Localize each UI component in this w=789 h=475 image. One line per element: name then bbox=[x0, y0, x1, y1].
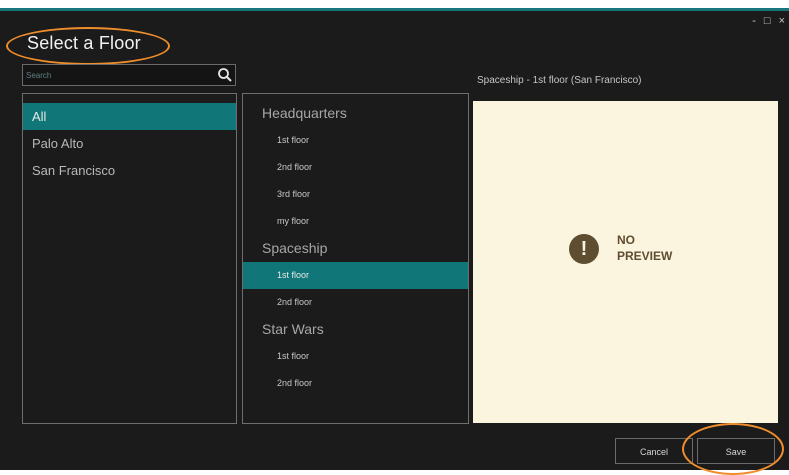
window-controls: - □ × bbox=[752, 15, 785, 27]
exclamation-icon: ! bbox=[569, 234, 599, 264]
floor-list-panel: Headquarters 1st floor 2nd floor 3rd floor m… bbox=[242, 93, 469, 424]
floor-item[interactable]: 2nd floor bbox=[243, 154, 468, 181]
floor-item[interactable]: 3rd floor bbox=[243, 181, 468, 208]
maximize-icon[interactable]: □ bbox=[764, 15, 771, 27]
location-item[interactable]: San Francisco bbox=[23, 157, 236, 184]
floor-item[interactable]: 2nd floor bbox=[243, 370, 468, 397]
floor-list: Headquarters 1st floor 2nd floor 3rd floor m… bbox=[243, 100, 468, 397]
location-item[interactable]: Palo Alto bbox=[23, 130, 236, 157]
no-preview-line2: PREVIEW bbox=[617, 249, 673, 263]
search-icon[interactable] bbox=[217, 67, 233, 83]
building-header: Headquarters bbox=[262, 105, 347, 121]
save-button[interactable]: Save bbox=[697, 438, 775, 464]
building-header: Spaceship bbox=[262, 240, 328, 256]
search-input[interactable] bbox=[26, 67, 206, 83]
no-preview-line1: NO bbox=[617, 233, 635, 247]
location-list: All Palo Alto San Francisco bbox=[23, 103, 236, 184]
floor-item[interactable]: my floor bbox=[243, 208, 468, 235]
dialog-title: Select a Floor bbox=[27, 33, 141, 53]
floor-item[interactable]: 1st floor bbox=[243, 262, 468, 289]
floor-preview: ! NO PREVIEW bbox=[473, 101, 778, 423]
minimize-icon[interactable]: - bbox=[752, 15, 756, 27]
floor-item[interactable]: 1st floor bbox=[243, 343, 468, 370]
location-list-panel: All Palo Alto San Francisco bbox=[22, 93, 237, 424]
close-icon[interactable]: × bbox=[779, 15, 785, 27]
building-header: Star Wars bbox=[262, 321, 324, 337]
no-preview-text: NO PREVIEW bbox=[617, 232, 672, 264]
preview-title: Spaceship - 1st floor (San Francisco) bbox=[477, 75, 642, 86]
floor-item[interactable]: 2nd floor bbox=[243, 289, 468, 316]
search-box bbox=[22, 64, 236, 86]
select-floor-dialog: - □ × Select a Floor AllPalo AltoSan Fra… bbox=[0, 8, 789, 475]
location-item[interactable]: All bbox=[23, 103, 236, 130]
cancel-button[interactable]: Cancel bbox=[615, 438, 693, 464]
floor-item[interactable]: 1st floor bbox=[243, 127, 468, 154]
